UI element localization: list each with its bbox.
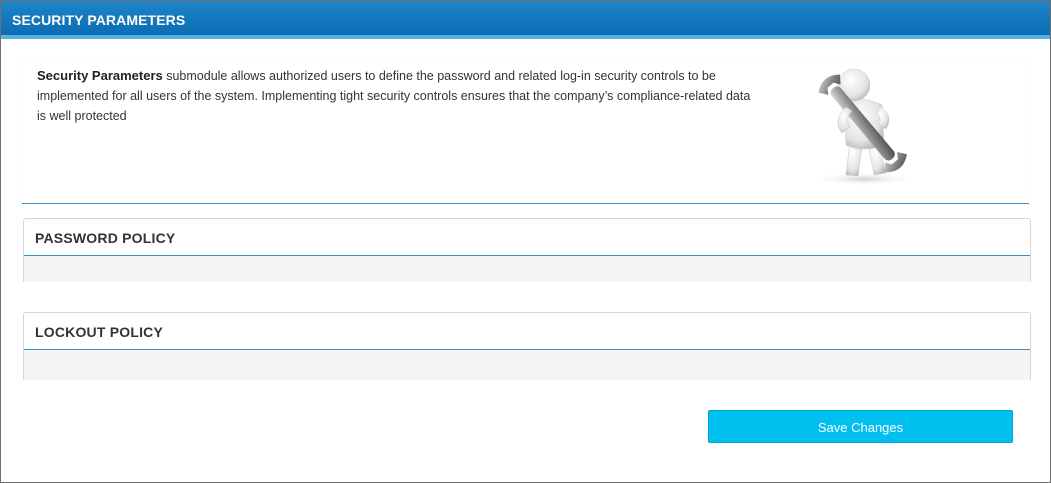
lockout-policy-body: [24, 350, 1030, 380]
window-title: SECURITY PARAMETERS: [12, 12, 186, 28]
save-changes-button[interactable]: Save Changes: [708, 410, 1013, 443]
lockout-policy-panel: LOCKOUT POLICY: [23, 312, 1031, 380]
title-bar: SECURITY PARAMETERS: [1, 1, 1050, 39]
intro-panel: Security Parameters submodule allows aut…: [22, 59, 1029, 204]
person-with-wrench-icon: [802, 63, 927, 188]
password-policy-header[interactable]: PASSWORD POLICY: [24, 219, 1030, 256]
intro-description: Security Parameters submodule allows aut…: [37, 66, 757, 126]
security-parameters-window: SECURITY PARAMETERS Security Parameters …: [0, 0, 1051, 483]
password-policy-title: PASSWORD POLICY: [35, 230, 176, 246]
password-policy-panel: PASSWORD POLICY: [23, 218, 1031, 282]
password-policy-body: [24, 256, 1030, 282]
intro-bold-lead: Security Parameters: [37, 68, 163, 83]
lockout-policy-title: LOCKOUT POLICY: [35, 324, 164, 340]
lockout-policy-header[interactable]: LOCKOUT POLICY: [24, 313, 1030, 350]
